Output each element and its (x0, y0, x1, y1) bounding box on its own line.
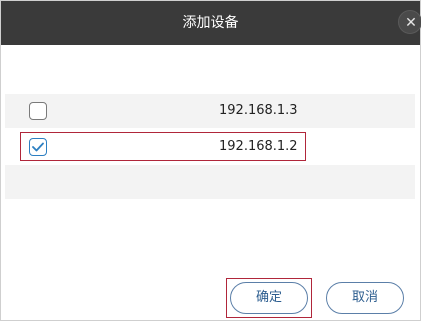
dialog-title: 添加设备 (182, 15, 239, 31)
empty-row (5, 165, 415, 199)
cancel-button[interactable]: 取消 (326, 282, 404, 314)
add-device-dialog: 添加设备 ✕ 192.168.1.3 192.168.1.2 确定 取消 (0, 0, 421, 321)
close-icon: ✕ (405, 15, 417, 31)
selection-highlight (20, 132, 306, 161)
device-row[interactable]: 192.168.1.3 (5, 94, 415, 128)
device-checkbox[interactable] (29, 102, 47, 120)
device-ip: 192.168.1.3 (219, 103, 298, 118)
confirm-highlight (226, 278, 312, 318)
close-button[interactable]: ✕ (398, 10, 421, 34)
dialog-titlebar: 添加设备 (1, 1, 420, 45)
